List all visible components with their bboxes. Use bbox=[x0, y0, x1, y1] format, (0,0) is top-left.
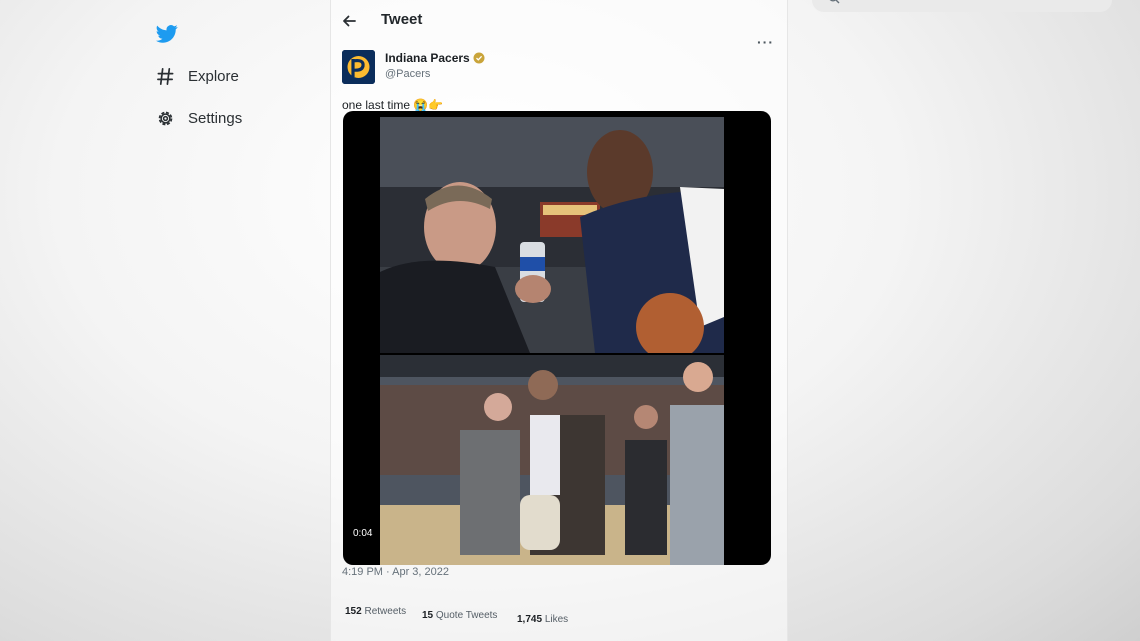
page-title: Tweet bbox=[381, 11, 423, 28]
retweets-link[interactable]: 152 Retweets bbox=[345, 606, 406, 617]
retweets-count: 152 bbox=[345, 606, 362, 617]
sidebar-item-label: Settings bbox=[188, 109, 243, 127]
likes-label: Likes bbox=[544, 614, 569, 625]
author-handle[interactable]: @Pacers bbox=[385, 68, 430, 80]
avatar[interactable] bbox=[342, 50, 375, 84]
likes-link[interactable]: 1,745 Likes bbox=[517, 614, 568, 625]
gear-icon bbox=[158, 111, 173, 125]
twitter-bird-icon[interactable] bbox=[156, 24, 178, 44]
video-frame-top bbox=[380, 117, 724, 353]
sidebar-item-settings[interactable]: Settings bbox=[156, 104, 242, 132]
likes-count: 1,745 bbox=[517, 614, 543, 625]
back-arrow-icon[interactable] bbox=[341, 13, 357, 29]
verified-badge-icon bbox=[473, 52, 485, 64]
sidebar-item-label: Explore bbox=[188, 67, 239, 85]
page-header: Tweet bbox=[331, 8, 787, 32]
video-player[interactable]: 0:04 bbox=[343, 111, 771, 565]
hashtag-icon bbox=[157, 67, 174, 85]
search-input[interactable] bbox=[812, 0, 1112, 12]
author-name-text: Indiana Pacers bbox=[385, 51, 470, 65]
quote-tweets-link[interactable]: 15 Quote Tweets bbox=[422, 610, 497, 621]
video-duration: 0:04 bbox=[349, 526, 377, 541]
quote-tweets-label: Quote Tweets bbox=[435, 610, 498, 621]
tweet-column: Tweet Indiana Pacers @Pacers ··· one las… bbox=[330, 0, 788, 641]
more-options-icon[interactable]: ··· bbox=[757, 34, 774, 50]
tweet-timestamp[interactable]: 4:19 PM · Apr 3, 2022 bbox=[342, 566, 449, 578]
video-frame-bottom bbox=[380, 355, 724, 565]
retweets-label: Retweets bbox=[364, 606, 407, 617]
author-name[interactable]: Indiana Pacers bbox=[385, 51, 485, 65]
quote-tweets-count: 15 bbox=[422, 610, 434, 621]
sidebar-item-explore[interactable]: Explore bbox=[156, 62, 239, 90]
search-icon bbox=[829, 0, 840, 4]
pacers-logo-icon bbox=[342, 50, 375, 84]
tweet-text: one last time 😭👉 bbox=[342, 98, 444, 112]
